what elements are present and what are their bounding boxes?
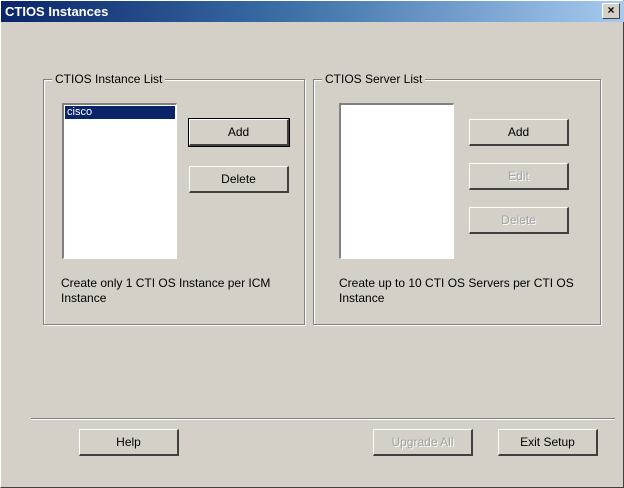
- instance-note: Create only 1 CTI OS Instance per ICM In…: [61, 276, 271, 305]
- ctios-instances-dialog: CTIOS Instances × CTIOS Instance List ci…: [0, 0, 624, 488]
- title-bar[interactable]: CTIOS Instances ×: [1, 1, 624, 22]
- server-note: Create up to 10 CTI OS Servers per CTI O…: [339, 276, 574, 305]
- footer-separator: [31, 418, 615, 420]
- server-delete-button[interactable]: Delete: [469, 207, 569, 234]
- instance-list-group-label: CTIOS Instance List: [52, 72, 166, 86]
- close-button[interactable]: ×: [602, 3, 620, 19]
- server-listbox[interactable]: [339, 103, 454, 259]
- close-icon: ×: [607, 3, 615, 17]
- exit-setup-button[interactable]: Exit Setup: [498, 429, 598, 456]
- instance-delete-button[interactable]: Delete: [189, 166, 289, 193]
- window-title: CTIOS Instances: [5, 4, 109, 19]
- server-edit-button[interactable]: Edit: [469, 163, 569, 190]
- upgrade-all-button[interactable]: Upgrade All: [373, 429, 473, 456]
- server-list-group-label: CTIOS Server List: [322, 72, 426, 86]
- server-add-button[interactable]: Add: [469, 119, 569, 146]
- help-button[interactable]: Help: [79, 429, 179, 456]
- instance-add-button[interactable]: Add: [188, 118, 290, 147]
- instance-listbox[interactable]: cisco: [62, 103, 177, 259]
- instance-list-item[interactable]: cisco: [65, 106, 175, 119]
